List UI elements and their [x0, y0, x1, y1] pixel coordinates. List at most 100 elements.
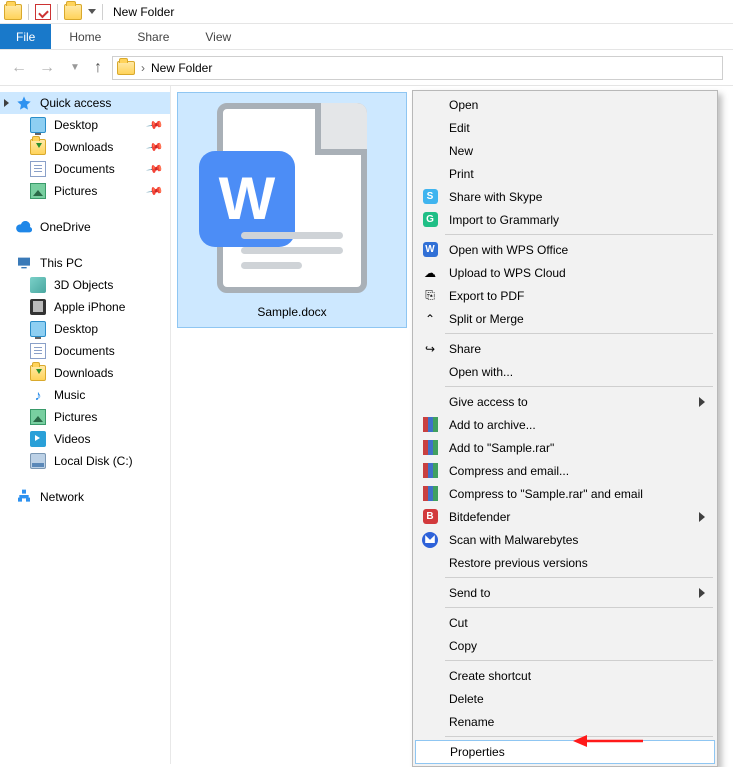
tab-view[interactable]: View — [187, 24, 249, 49]
cloud-icon — [16, 219, 32, 235]
tab-home[interactable]: Home — [51, 24, 119, 49]
sidebar-3d-objects[interactable]: 3D Objects — [0, 274, 170, 296]
ctx-wps-upload[interactable]: ☁Upload to WPS Cloud — [415, 261, 715, 284]
address-bar[interactable]: › New Folder — [112, 56, 723, 80]
folder-icon — [117, 61, 135, 75]
sidebar-documents-pc[interactable]: Documents — [0, 340, 170, 362]
sidebar-desktop-pc[interactable]: Desktop — [0, 318, 170, 340]
desktop-icon — [30, 321, 46, 337]
share-icon: ↪ — [421, 340, 439, 358]
ctx-send-to[interactable]: Send to — [415, 581, 715, 604]
sidebar-pictures[interactable]: Pictures 📌 — [0, 180, 170, 202]
recent-dropdown-icon[interactable]: ▼ — [66, 62, 84, 73]
breadcrumb-location[interactable]: New Folder — [151, 61, 212, 75]
file-item-sample[interactable]: W Sample.docx — [177, 92, 407, 328]
ctx-split-merge[interactable]: ⌃Split or Merge — [415, 307, 715, 330]
window-title: New Folder — [113, 5, 174, 19]
sidebar-label: Downloads — [54, 366, 113, 380]
ctx-compress-email[interactable]: Compress and email... — [415, 459, 715, 482]
sidebar-label: This PC — [40, 256, 83, 270]
sidebar-downloads[interactable]: Downloads 📌 — [0, 136, 170, 158]
documents-icon — [30, 343, 46, 359]
pictures-icon — [30, 409, 46, 425]
sidebar-music[interactable]: ♪ Music — [0, 384, 170, 406]
sidebar-label: Desktop — [54, 118, 98, 132]
ctx-grammarly[interactable]: GImport to Grammarly — [415, 208, 715, 231]
back-button[interactable]: ← — [10, 59, 28, 77]
ctx-malwarebytes[interactable]: Scan with Malwarebytes — [415, 528, 715, 551]
ctx-compress-sample-email[interactable]: Compress to "Sample.rar" and email — [415, 482, 715, 505]
ctx-create-shortcut[interactable]: Create shortcut — [415, 664, 715, 687]
tab-share[interactable]: Share — [119, 24, 187, 49]
pictures-icon — [30, 183, 46, 199]
documents-icon — [30, 161, 46, 177]
ctx-print[interactable]: Print — [415, 162, 715, 185]
submenu-arrow-icon — [699, 512, 705, 522]
sidebar-iphone[interactable]: Apple iPhone — [0, 296, 170, 318]
docx-icon: W — [217, 103, 367, 293]
sidebar-documents[interactable]: Documents 📌 — [0, 158, 170, 180]
qat-properties-icon[interactable] — [35, 4, 51, 20]
ctx-open[interactable]: Open — [415, 93, 715, 116]
ctx-export-pdf[interactable]: ⎘Export to PDF — [415, 284, 715, 307]
ctx-wps-open[interactable]: WOpen with WPS Office — [415, 238, 715, 261]
sidebar-label: Quick access — [40, 96, 111, 110]
sidebar-local-disk[interactable]: Local Disk (C:) — [0, 450, 170, 472]
ctx-copy[interactable]: Copy — [415, 634, 715, 657]
sidebar-label: Videos — [54, 432, 90, 446]
context-menu: Open Edit New Print SShare with Skype GI… — [412, 90, 718, 767]
ctx-delete[interactable]: Delete — [415, 687, 715, 710]
sidebar-label: Documents — [54, 344, 115, 358]
downloads-icon — [30, 365, 46, 381]
malwarebytes-icon — [421, 531, 439, 549]
ctx-give-access[interactable]: Give access to — [415, 390, 715, 413]
sidebar-label: Pictures — [54, 184, 97, 198]
sidebar-label: Desktop — [54, 322, 98, 336]
ctx-edit[interactable]: Edit — [415, 116, 715, 139]
ctx-skype[interactable]: SShare with Skype — [415, 185, 715, 208]
ctx-rename[interactable]: Rename — [415, 710, 715, 733]
grammarly-icon: G — [421, 211, 439, 229]
ctx-cut[interactable]: Cut — [415, 611, 715, 634]
submenu-arrow-icon — [699, 397, 705, 407]
sidebar-label: Pictures — [54, 410, 97, 424]
network-icon — [16, 489, 32, 505]
sidebar-label: Documents — [54, 162, 115, 176]
sidebar-quick-access[interactable]: Quick access — [0, 92, 170, 114]
ctx-share[interactable]: ↪Share — [415, 337, 715, 360]
ctx-bitdefender[interactable]: BBitdefender — [415, 505, 715, 528]
ctx-add-archive[interactable]: Add to archive... — [415, 413, 715, 436]
pin-icon: 📌 — [146, 116, 165, 135]
tab-file[interactable]: File — [0, 24, 51, 49]
file-name: Sample.docx — [182, 305, 402, 319]
chevron-right-icon[interactable]: › — [141, 61, 145, 75]
folder-icon — [64, 4, 82, 20]
sidebar-videos[interactable]: Videos — [0, 428, 170, 450]
up-button[interactable]: ↑ — [94, 59, 102, 77]
qat-dropdown-icon[interactable] — [88, 9, 96, 14]
sidebar-network[interactable]: Network — [0, 486, 170, 508]
star-icon — [16, 95, 32, 111]
sidebar-downloads-pc[interactable]: Downloads — [0, 362, 170, 384]
phone-icon — [30, 299, 46, 315]
archive-icon — [421, 416, 439, 434]
cube-icon — [30, 277, 46, 293]
ctx-add-sample-rar[interactable]: Add to "Sample.rar" — [415, 436, 715, 459]
ctx-properties[interactable]: Properties — [415, 740, 715, 764]
sidebar-label: Downloads — [54, 140, 113, 154]
sidebar-pictures-pc[interactable]: Pictures — [0, 406, 170, 428]
sidebar-label: OneDrive — [40, 220, 91, 234]
navigation-bar: ← → ▼ ↑ › New Folder — [0, 50, 733, 86]
sidebar-desktop[interactable]: Desktop 📌 — [0, 114, 170, 136]
archive-icon — [421, 462, 439, 480]
ribbon: File Home Share View — [0, 24, 733, 50]
ctx-new[interactable]: New — [415, 139, 715, 162]
ctx-restore[interactable]: Restore previous versions — [415, 551, 715, 574]
sidebar-this-pc[interactable]: This PC — [0, 252, 170, 274]
sidebar-label: Network — [40, 490, 84, 504]
forward-button[interactable]: → — [38, 59, 56, 77]
downloads-icon — [30, 139, 46, 155]
sidebar-onedrive[interactable]: OneDrive — [0, 216, 170, 238]
pin-icon: 📌 — [146, 160, 165, 179]
ctx-open-with[interactable]: Open with... — [415, 360, 715, 383]
